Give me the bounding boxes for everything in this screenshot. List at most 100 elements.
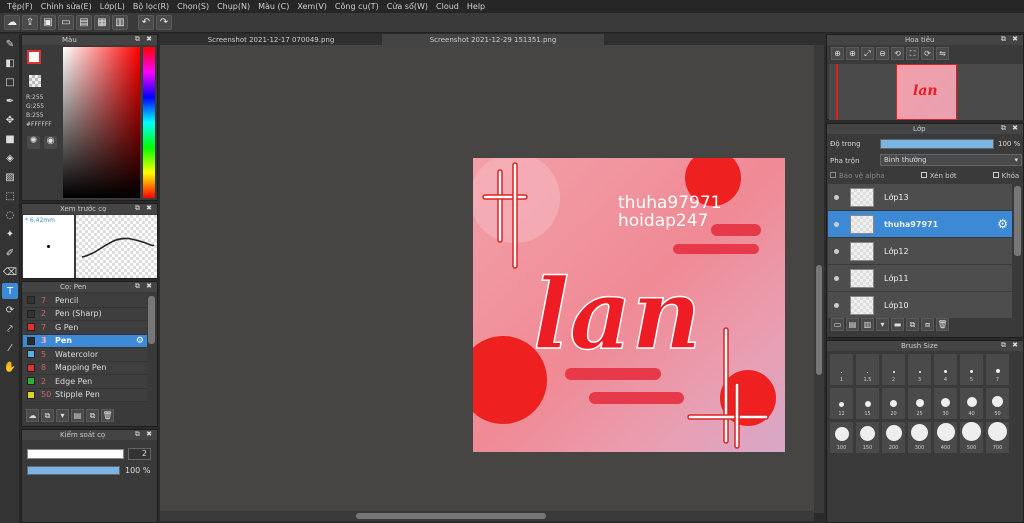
brush-size-cell[interactable]: 700 xyxy=(986,422,1009,453)
hand-tool-icon[interactable]: ✋ xyxy=(2,359,18,375)
layer-settings-gear-icon[interactable]: ⚙ xyxy=(997,217,1008,231)
protect-alpha-checkbox[interactable]: Bảo vệ alpha xyxy=(830,172,885,180)
duplicate-brush-icon[interactable]: ⧉ xyxy=(86,409,99,422)
hue-slider[interactable] xyxy=(143,47,155,198)
new-layer-icon[interactable]: ▭ xyxy=(831,318,844,331)
visibility-eye-icon[interactable] xyxy=(834,276,839,281)
brush-tool-icon[interactable]: ✎ xyxy=(2,36,18,52)
folder-icon[interactable]: ▬ xyxy=(891,318,904,331)
grid-icon[interactable]: ▦ xyxy=(94,15,110,30)
blend-mode-select[interactable]: Bình thường ▾ xyxy=(880,154,1022,166)
brush-size-cell[interactable]: 25 xyxy=(908,388,931,419)
comment-icon[interactable]: ▭ xyxy=(58,15,74,30)
transform-tool-icon[interactable]: ⟳ xyxy=(2,302,18,318)
menu-cloud[interactable]: Cloud xyxy=(432,2,463,11)
fit-icon[interactable]: ⤢ xyxy=(861,47,874,60)
tab-screenshot-2[interactable]: Screenshot 2021-12-29 151351.png xyxy=(382,34,604,45)
brush-item-pen-sharp[interactable]: 2 Pen (Sharp) xyxy=(23,307,147,321)
move-tool-icon[interactable]: ✥ xyxy=(2,112,18,128)
text-tool-icon[interactable]: T xyxy=(2,283,18,299)
visibility-eye-icon[interactable] xyxy=(834,195,839,200)
color-dropper-icon[interactable]: ◉ xyxy=(44,136,57,149)
visibility-eye-icon[interactable] xyxy=(834,303,839,308)
menu-edit[interactable]: Chỉnh sửa(E) xyxy=(37,2,96,11)
copy-brush-icon[interactable]: ⧉ xyxy=(41,409,54,422)
layer-opacity-slider[interactable] xyxy=(880,139,994,149)
foreground-color[interactable] xyxy=(27,50,41,64)
zoom-actual-icon[interactable]: ⊕ xyxy=(846,47,859,60)
layer-row-selected[interactable]: thuha97971 ⚙ xyxy=(828,211,1012,238)
select-eraser-tool-icon[interactable]: ⌫ xyxy=(2,264,18,280)
undo-icon[interactable]: ↶ xyxy=(138,15,154,30)
navigator-preview[interactable]: lan xyxy=(829,64,1023,120)
eraser-tool-icon[interactable]: ◧ xyxy=(2,55,18,71)
menu-layer[interactable]: Lớp(L) xyxy=(96,2,129,11)
menu-tools[interactable]: Công cụ(T) xyxy=(331,2,383,11)
zoom-out-icon[interactable]: ⊖ xyxy=(876,47,889,60)
brush-size-cell[interactable]: 30 xyxy=(934,388,957,419)
brush-item-pencil[interactable]: 7 Pencil xyxy=(23,294,147,308)
layer-row[interactable]: Lớp11 xyxy=(828,265,1012,292)
select-rect-tool-icon[interactable]: ⬚ xyxy=(2,188,18,204)
layer-row[interactable]: Lớp10 xyxy=(828,292,1012,319)
brush-item-edge-pen[interactable]: 2 Edge Pen xyxy=(23,375,147,389)
menu-capture[interactable]: Chụp(N) xyxy=(213,2,254,11)
merge-layer-icon[interactable]: ⧈ xyxy=(921,318,934,331)
select-pen-tool-icon[interactable]: ✐ xyxy=(2,245,18,261)
brush-size-cell[interactable]: 400 xyxy=(934,422,957,453)
brush-size-cell[interactable]: 300 xyxy=(908,422,931,453)
brush-size-cell[interactable]: 150 xyxy=(856,422,879,453)
cloud-icon[interactable]: ☁ xyxy=(4,15,20,30)
rect-tool-icon[interactable]: □ xyxy=(2,74,18,90)
new-halftone-layer-icon[interactable]: ▥ xyxy=(861,318,874,331)
visibility-eye-icon[interactable] xyxy=(834,222,839,227)
flip-icon[interactable]: ⇋ xyxy=(936,47,949,60)
canvas-area[interactable]: thuha97971 hoidap247 lan xyxy=(160,45,823,513)
artwork-canvas[interactable]: thuha97971 hoidap247 lan xyxy=(473,158,785,452)
vertical-scroll-thumb[interactable] xyxy=(816,265,822,375)
menu-view[interactable]: Xem(V) xyxy=(293,2,331,11)
zoom-in-icon[interactable]: ⊕ xyxy=(831,47,844,60)
fullscreen-icon[interactable]: ⛶ xyxy=(906,47,919,60)
rotate-left-icon[interactable]: ⟲ xyxy=(891,47,904,60)
brush-size-cell[interactable]: 3 xyxy=(908,354,931,385)
brush-size-cell[interactable]: 1.5 xyxy=(856,354,879,385)
dropper-tool-icon[interactable]: ⤤ xyxy=(2,321,18,337)
brush-size-input[interactable]: 2 xyxy=(128,448,151,460)
brush-size-cell[interactable]: 5 xyxy=(960,354,983,385)
saturation-value-picker[interactable] xyxy=(63,47,140,198)
lasso-tool-icon[interactable]: ◌ xyxy=(2,207,18,223)
brush-item-pen[interactable]: 3 Pen ⚙ xyxy=(23,334,147,348)
brush-size-cell[interactable]: 1 xyxy=(830,354,853,385)
clip-checkbox[interactable]: Xén bớt xyxy=(920,172,957,180)
brush-item-watercolor[interactable]: 5 Watercolor xyxy=(23,348,147,362)
menu-file[interactable]: Tệp(F) xyxy=(3,2,37,11)
layer-menu-icon[interactable]: ▾ xyxy=(876,318,889,331)
share-icon[interactable]: ▣ xyxy=(40,15,56,30)
duplicate-layer-icon[interactable]: ⧉ xyxy=(906,318,919,331)
brush-size-cell[interactable]: 500 xyxy=(960,422,983,453)
pen-tool-icon[interactable]: ✒ xyxy=(2,93,18,109)
delete-brush-icon[interactable]: 🗑 xyxy=(101,409,114,422)
brush-size-cell[interactable]: 12 xyxy=(830,388,853,419)
brush-opacity-slider[interactable] xyxy=(27,466,120,475)
menu-filter[interactable]: Bộ lọc(R) xyxy=(129,2,173,11)
palette-icon[interactable]: ✺ xyxy=(27,136,40,149)
vertical-scrollbar[interactable] xyxy=(814,45,824,513)
brush-size-cell[interactable]: 15 xyxy=(856,388,879,419)
brush-size-cell[interactable]: 20 xyxy=(882,388,905,419)
brush-settings-gear-icon[interactable]: ⚙ xyxy=(136,336,144,346)
visibility-eye-icon[interactable] xyxy=(834,249,839,254)
layer-scrollbar[interactable] xyxy=(1014,186,1021,256)
menu-help[interactable]: Help xyxy=(463,2,489,11)
brush-item-mapping-pen[interactable]: 8 Mapping Pen xyxy=(23,361,147,375)
menu-select[interactable]: Chọn(S) xyxy=(173,2,213,11)
brush-size-cell[interactable]: 4 xyxy=(934,354,957,385)
layer-icon[interactable]: ▤ xyxy=(76,15,92,30)
export-icon[interactable]: ⇪ xyxy=(22,15,38,30)
layer-row[interactable]: Lớp12 xyxy=(828,238,1012,265)
panel-icon[interactable]: ▥ xyxy=(112,15,128,30)
layer-row[interactable]: Lớp13 xyxy=(828,184,1012,211)
eyedropper-tool-icon[interactable]: ⁄ xyxy=(2,340,18,356)
brush-size-cell[interactable]: 2 xyxy=(882,354,905,385)
